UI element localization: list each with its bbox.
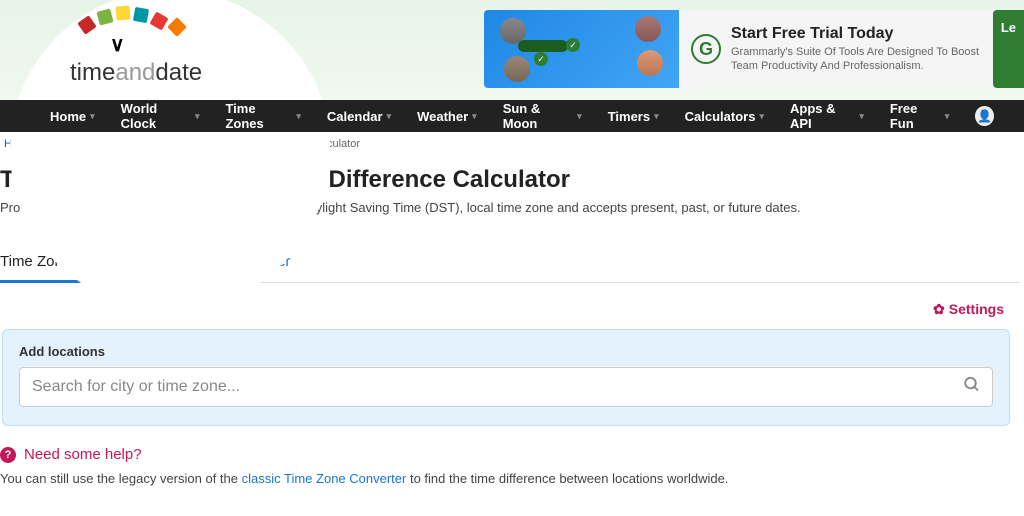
gear-icon: ✿ — [933, 301, 945, 317]
ad-title: Start Free Trial Today — [731, 25, 981, 43]
nav-apps-api[interactable]: Apps & API▾ — [790, 101, 864, 131]
logo-text-3: date — [155, 59, 202, 86]
chevron-down-icon: ▾ — [654, 111, 659, 122]
nav-sun-moon[interactable]: Sun & Moon▾ — [503, 101, 582, 131]
main-nav: Home▾ World Clock▾ Time Zones▾ Calendar▾… — [0, 100, 1024, 132]
nav-time-zones[interactable]: Time Zones▾ — [225, 101, 300, 131]
chevron-down-icon: ▾ — [472, 111, 477, 122]
nav-world-clock[interactable]: World Clock▾ — [121, 101, 200, 131]
chevron-down-icon: ▾ — [945, 111, 950, 122]
chevron-down-icon: ▾ — [577, 111, 582, 122]
chevron-down-icon: ▾ — [859, 111, 864, 122]
grammarly-icon: G — [691, 34, 721, 64]
profile-icon[interactable]: 👤 — [975, 106, 994, 126]
ad-banner[interactable]: ✓✓ G Start Free Trial Today Grammarly's … — [484, 10, 1024, 88]
chevron-down-icon: ▾ — [296, 111, 301, 122]
nav-home[interactable]: Home▾ — [50, 109, 95, 124]
help-link[interactable]: ? Need some help? — [0, 446, 1020, 463]
help-label: Need some help? — [24, 446, 142, 463]
site-logo[interactable]: ∨ timeanddate — [40, 10, 300, 100]
chevron-down-icon: ▾ — [195, 111, 200, 122]
location-search-input[interactable] — [19, 367, 993, 407]
search-icon[interactable] — [963, 376, 981, 399]
settings-button[interactable]: ✿Settings — [933, 301, 1004, 317]
question-icon: ? — [0, 447, 16, 463]
nav-calendar[interactable]: Calendar▾ — [327, 109, 391, 124]
add-locations-panel: Add locations — [2, 329, 1010, 426]
chevron-down-icon: ▾ — [759, 111, 764, 122]
chevron-down-icon: ▾ — [90, 111, 95, 122]
logo-text-2: and — [115, 59, 155, 86]
nav-weather[interactable]: Weather▾ — [417, 109, 477, 124]
nav-timers[interactable]: Timers▾ — [608, 109, 659, 124]
ad-subtitle: Grammarly's Suite Of Tools Are Designed … — [731, 45, 981, 74]
nav-free-fun[interactable]: Free Fun▾ — [890, 101, 949, 131]
legacy-note: You can still use the legacy version of … — [0, 471, 1020, 486]
chevron-down-icon: ▾ — [387, 111, 392, 122]
nav-calculators[interactable]: Calculators▾ — [685, 109, 764, 124]
ad-cta-button[interactable]: Le — [993, 10, 1024, 88]
logo-text-1: time — [70, 59, 115, 86]
legacy-converter-link[interactable]: classic Time Zone Converter — [242, 471, 407, 486]
add-locations-label: Add locations — [19, 344, 993, 359]
